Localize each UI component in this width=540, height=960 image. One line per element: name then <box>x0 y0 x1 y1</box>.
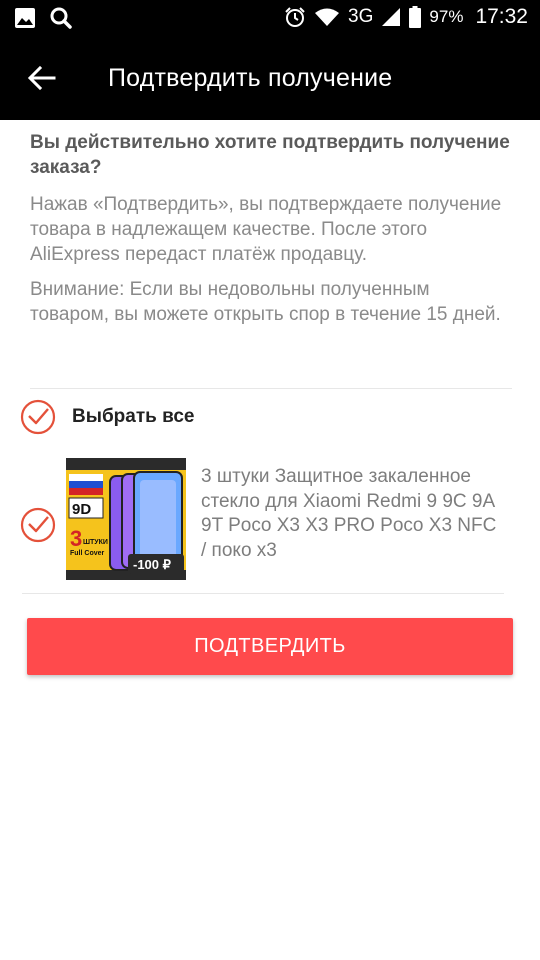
divider <box>22 593 504 594</box>
select-all-label: Выбрать все <box>72 406 195 427</box>
confirmation-explanation: Нажав «Подтвердить», вы подтверждаете по… <box>30 194 502 265</box>
confirmation-text: Вы действительно хотите подтвердить полу… <box>30 130 512 327</box>
app-bar: Подтвердить получение <box>0 38 540 120</box>
confirmation-question: Вы действительно хотите подтвердить полу… <box>30 132 510 178</box>
dispute-warning: Внимание: Если вы недовольны полученным … <box>30 279 501 325</box>
thumbnail-count-word: ШТУКИ <box>83 539 108 546</box>
search-icon <box>50 7 72 29</box>
alarm-icon <box>285 7 305 27</box>
status-bar: 3G 97% 17:32 <box>0 0 540 38</box>
image-icon <box>15 8 35 28</box>
checkmark-circle-icon[interactable] <box>20 507 56 543</box>
order-item: 9D 3 ШТУКИ Full Cover -100 ₽ 3 штуки Защ… <box>20 456 510 584</box>
wifi-icon <box>315 8 340 26</box>
back-arrow-icon[interactable] <box>26 62 58 94</box>
clock: 17:32 <box>475 5 528 28</box>
select-all-row[interactable]: Выбрать все <box>20 397 194 437</box>
signal-icon <box>382 8 401 26</box>
product-image: 9D 3 ШТУКИ Full Cover -100 ₽ <box>66 458 186 580</box>
discount-badge: -100 ₽ <box>133 557 172 572</box>
page-title: Подтвердить получение <box>108 64 393 92</box>
checkmark-circle-icon[interactable] <box>20 399 56 435</box>
battery-icon <box>409 6 422 28</box>
divider <box>30 388 512 389</box>
thumbnail-full-cover: Full Cover <box>70 550 105 557</box>
product-thumbnail[interactable]: 9D 3 ШТУКИ Full Cover -100 ₽ <box>66 458 186 580</box>
thumbnail-count-number: 3 <box>70 526 82 551</box>
battery-percent: 97% <box>429 7 464 26</box>
thumbnail-9d-text: 9D <box>72 501 91 518</box>
confirm-button[interactable]: ПОДТВЕРДИТЬ <box>27 618 513 675</box>
product-title[interactable]: 3 штуки Защитное закаленное стекло для X… <box>201 465 501 563</box>
network-type: 3G <box>348 6 374 27</box>
